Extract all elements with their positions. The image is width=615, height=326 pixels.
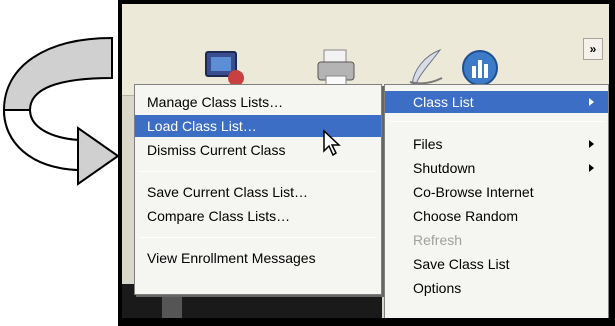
annotation-arrow-area bbox=[0, 0, 120, 326]
menu-item-shutdown[interactable]: Shutdown bbox=[385, 157, 608, 179]
screenshot-panel: » Manage Class Lists… Load Class List… D… bbox=[118, 0, 615, 326]
menu-separator bbox=[389, 121, 604, 122]
menu-separator bbox=[139, 237, 377, 238]
submenu-arrow-icon bbox=[589, 140, 594, 148]
toolbar: » bbox=[122, 4, 609, 96]
submenu-arrow-icon bbox=[589, 164, 594, 172]
menu-item-label: Class List bbox=[413, 94, 474, 110]
menu-item-co-browse-internet[interactable]: Co-Browse Internet bbox=[385, 181, 608, 203]
menu-item-refresh: Refresh bbox=[413, 232, 463, 248]
menu-item-class-list[interactable]: Class List bbox=[385, 91, 608, 113]
menu-item-dismiss-current-class[interactable]: Dismiss Current Class bbox=[135, 139, 381, 161]
menu-item-save-current-class-list[interactable]: Save Current Class List… bbox=[135, 181, 381, 203]
toolbar-overflow-button[interactable]: » bbox=[583, 38, 603, 60]
curved-arrow-icon bbox=[2, 36, 120, 186]
context-menu: Class List Files Shutdown Co-Browse Inte… bbox=[384, 84, 609, 318]
submenu-arrow-icon bbox=[589, 98, 594, 106]
menu-item-choose-random[interactable]: Choose Random bbox=[385, 205, 608, 227]
menu-item-manage-class-lists[interactable]: Manage Class Lists… bbox=[135, 91, 381, 113]
menu-item-load-class-list[interactable]: Load Class List… bbox=[135, 115, 381, 137]
menu-item-save-class-list[interactable]: Save Class List bbox=[385, 253, 608, 275]
mouse-cursor-icon bbox=[322, 129, 342, 162]
menu-item-compare-class-lists[interactable]: Compare Class Lists… bbox=[135, 205, 381, 227]
class-list-submenu: Manage Class Lists… Load Class List… Dis… bbox=[134, 84, 382, 295]
menu-item-options[interactable]: Options bbox=[385, 277, 608, 299]
taskbar-item[interactable] bbox=[162, 292, 182, 318]
menu-item-label: Files bbox=[413, 136, 443, 152]
menu-item-files[interactable]: Files bbox=[385, 133, 608, 155]
menu-item-label: Shutdown bbox=[413, 160, 476, 176]
menu-item-view-enrollment-messages[interactable]: View Enrollment Messages bbox=[135, 247, 381, 269]
menu-separator bbox=[139, 171, 377, 172]
